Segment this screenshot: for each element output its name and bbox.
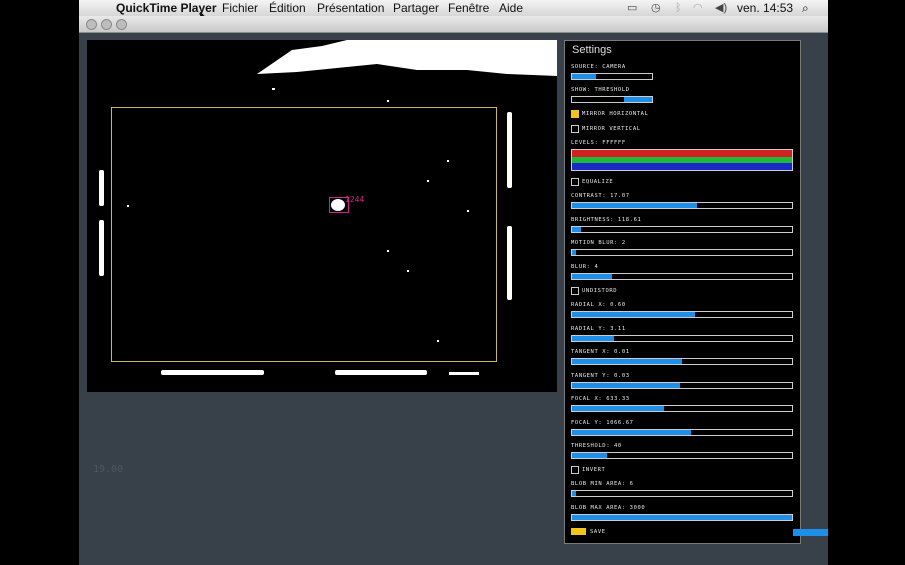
image-adjust-slider-0[interactable] [571,202,793,209]
lens-calib-fill-3 [572,382,680,388]
lens-calib-slider-6[interactable] [571,452,793,459]
lens-calib-fill-0 [572,312,696,317]
volume-icon[interactable]: ◀) [715,0,727,16]
image-adjust-fill-2 [572,250,577,255]
invert-label: INVERT [582,467,606,473]
menubar-clock[interactable]: ven. 14:53 [737,0,793,16]
close-button[interactable] [86,19,97,30]
levels-red-bar[interactable] [572,150,792,157]
mirror-horizontal-checkbox[interactable] [571,110,579,118]
image-adjust-label-1: BRIGHTNESS: 118.61 [571,216,642,223]
blob-area-label-0: BLOB MIN AREA: 6 [571,481,634,487]
source-label: SOURCE: CAMERA [571,64,626,70]
blob-max-area-overflow [793,529,828,536]
image-adjust-fill-1 [572,226,581,232]
camera-threshold-view: 1244 [87,40,557,392]
wifi-icon[interactable]: ◠ [693,0,703,16]
levels-blue-bar[interactable] [572,163,792,170]
menu-fenetre[interactable]: Fenêtre [448,0,489,16]
minimize-button[interactable] [101,19,112,30]
undistort-checkbox[interactable] [571,287,579,295]
blob-area-slider-0[interactable] [571,490,793,497]
menu-aide[interactable]: Aide [499,0,523,16]
equalize-checkbox[interactable] [571,178,579,186]
lens-calib-slider-2[interactable] [571,358,793,365]
blob-id-label: 1244 [345,195,365,204]
image-adjust-fill-3 [572,273,612,279]
lens-calib-slider-1[interactable] [571,334,793,342]
show-toggle[interactable] [571,96,653,103]
equalize-label: EQUALIZE [582,179,614,185]
app-window: 1244 19.00 Settings SOURCE: CAMERA SHOW:… [79,16,828,565]
menu-bar: QuickTime Player Fichier Édition Présent… [79,0,828,17]
tracking-area-rect[interactable] [111,107,497,362]
undistort-label: UNDISTORD [582,288,618,294]
menu-edition[interactable]: Édition [269,0,306,16]
menu-partager[interactable]: Partager [393,0,439,16]
mirror-vertical-label: MIRROR VERTICAL [582,126,641,132]
lens-calib-fill-1 [572,335,614,341]
lens-calib-fill-2 [572,359,682,364]
lens-calib-label-6: THRESHOLD: 40 [571,443,622,449]
lens-calib-fill-5 [572,429,691,435]
settings-title: Settings [572,44,612,56]
levels-label: LEVELS: FFFFFF [571,140,626,146]
window-titlebar[interactable] [79,16,828,33]
invert-checkbox[interactable] [571,466,579,474]
image-adjust-slider-2[interactable] [571,249,793,256]
image-adjust-label-0: CONTRAST: 17.07 [571,193,630,199]
lens-calib-fill-4 [572,406,665,411]
image-adjust-fill-0 [572,203,698,208]
mirror-vertical-checkbox[interactable] [571,125,579,133]
lens-calib-label-2: TANGENT X: 0.01 [571,349,630,355]
blob-area-fill-0 [572,491,577,496]
lens-calib-label-4: FOCAL X: 633.33 [571,396,630,402]
bluetooth-icon[interactable]: ᛒ [675,0,682,16]
levels-green-bar[interactable] [572,156,792,164]
show-label: SHOW: THRESHOLD [571,87,630,93]
save-button[interactable] [571,528,586,535]
fps-readout: 19.00 [93,464,124,475]
zoom-button[interactable] [116,19,127,30]
source-toggle[interactable] [571,73,653,80]
lens-calib-slider-0[interactable] [571,311,793,318]
lens-calib-label-1: RADIAL Y: 3.11 [571,325,626,332]
lens-calib-slider-4[interactable] [571,405,793,412]
lens-calib-fill-6 [572,453,608,458]
image-adjust-slider-1[interactable] [571,225,793,233]
settings-panel: Settings SOURCE: CAMERA SHOW: THRESHOLD … [564,40,801,544]
blob-area-label-1: BLOB MAX AREA: 3000 [571,504,646,511]
blob-area-slider-1[interactable] [571,513,793,521]
menu-fichier[interactable]: Fichier [222,0,258,16]
lens-calib-label-0: RADIAL X: 0.60 [571,302,626,308]
spotlight-search-icon[interactable]: ⌕ [802,0,809,16]
image-adjust-label-2: MOTION BLUR: 2 [571,240,626,246]
time-machine-icon[interactable]: ◷ [651,0,661,16]
image-adjust-slider-3[interactable] [571,272,793,280]
source-fill [572,74,596,79]
levels-control[interactable] [571,149,793,171]
blob-area-fill-1 [572,514,792,520]
lens-calib-label-3: TANGENT Y: 0.03 [571,372,630,379]
mirror-horizontal-label: MIRROR HORIZONTAL [582,111,649,117]
lens-calib-slider-3[interactable] [571,381,793,389]
lens-calib-label-5: FOCAL Y: 1066.67 [571,419,634,426]
image-adjust-label-3: BLUR: 4 [571,263,599,270]
lens-calib-slider-5[interactable] [571,428,793,436]
menu-presentation[interactable]: Présentation [317,0,384,16]
display-icon[interactable]: ▭ [627,0,637,16]
show-fill [624,97,652,102]
save-label: SAVE [590,529,606,535]
